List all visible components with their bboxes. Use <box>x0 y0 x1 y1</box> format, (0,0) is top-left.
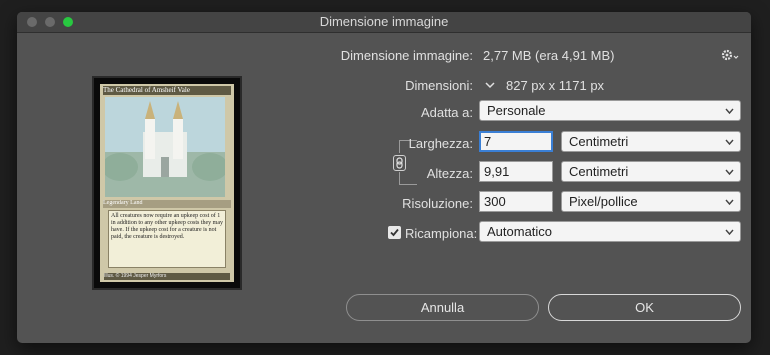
dimensions-label: Dimensioni: <box>405 78 473 93</box>
chevron-down-icon <box>725 199 734 206</box>
title-bar: Dimensione immagine <box>17 12 751 33</box>
width-unit-select[interactable]: Centimetri <box>561 131 741 152</box>
width-label: Larghezza: <box>408 136 473 151</box>
card-footer-text: Illus. © 1994 Jesper Myrfors <box>104 273 230 280</box>
height-unit-value: Centimetri <box>569 164 629 179</box>
resample-label[interactable]: Ricampiona: <box>405 226 477 241</box>
chevron-down-icon <box>725 169 734 176</box>
fit-to-label: Adatta a: <box>420 105 473 120</box>
height-unit-select[interactable]: Centimetri <box>561 161 741 182</box>
resolution-unit-value: Pixel/pollice <box>569 194 638 209</box>
resample-method-select[interactable]: Automatico <box>479 221 741 242</box>
width-input[interactable]: 7 <box>479 131 553 152</box>
chevron-down-icon <box>725 108 734 115</box>
card-title-text: The Cathedral of Amsheif Vale <box>103 86 231 95</box>
fit-to-value: Personale <box>487 103 546 118</box>
chevron-down-icon <box>725 139 734 146</box>
height-input[interactable]: 9,91 <box>479 161 553 182</box>
resolution-unit-select[interactable]: Pixel/pollice <box>561 191 741 212</box>
image-preview[interactable]: The Cathedral of Amsheif Vale Legendary … <box>92 76 242 290</box>
cancel-button[interactable]: Annulla <box>346 294 539 321</box>
resolution-label: Risoluzione: <box>402 196 473 211</box>
fit-to-select[interactable]: Personale <box>479 100 741 121</box>
resample-checkbox[interactable] <box>388 226 401 239</box>
width-unit-value: Centimetri <box>569 134 629 149</box>
image-size-value: 2,77 MB (era 4,91 MB) <box>483 48 615 63</box>
height-label: Altezza: <box>426 166 473 181</box>
card-type-line: Legendary Land <box>103 200 231 208</box>
resolution-input[interactable]: 300 <box>479 191 553 212</box>
card-rules-text: All creatures now require an upkeep cost… <box>108 210 226 268</box>
gear-icon[interactable] <box>721 48 739 62</box>
chevron-down-icon[interactable] <box>483 78 497 92</box>
ok-button[interactable]: OK <box>548 294 741 321</box>
card-image: The Cathedral of Amsheif Vale Legendary … <box>100 84 234 282</box>
image-size-dialog: Dimensione immagine The Cathedral of Ams… <box>17 12 751 343</box>
window-title: Dimensione immagine <box>319 14 449 29</box>
card-artwork <box>105 97 225 197</box>
checkmark-icon <box>390 228 399 237</box>
chevron-down-icon <box>725 229 734 236</box>
image-size-label: Dimensione immagine: <box>340 48 473 63</box>
dimensions-value: 827 px x 1171 px <box>506 78 605 93</box>
resample-method-value: Automatico <box>487 224 553 239</box>
